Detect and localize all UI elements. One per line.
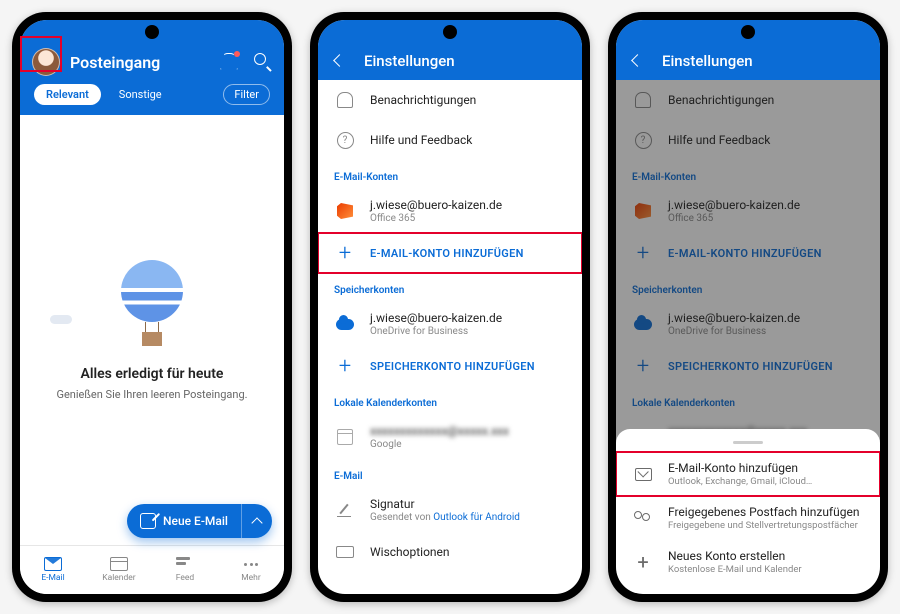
- inbox-title: Posteingang: [70, 53, 210, 72]
- tab-relevant[interactable]: Relevant: [34, 84, 101, 105]
- tab-email-label: E-Mail: [41, 573, 64, 583]
- calendar-icon: [337, 429, 353, 445]
- sheet-create-new[interactable]: + Neues Konto erstellen Kostenlose E-Mai…: [616, 540, 880, 584]
- back-icon[interactable]: [332, 52, 350, 70]
- camera-notch: [741, 25, 755, 39]
- section-storage-accounts: Speicherkonten: [318, 273, 582, 302]
- settings-title: Einstellungen: [662, 52, 753, 70]
- bell-icon: [337, 92, 353, 108]
- camera-notch: [145, 25, 159, 39]
- section-email: E-Mail: [318, 459, 582, 488]
- section-email-accounts: E-Mail-Konten: [318, 160, 582, 189]
- sheet-add-email[interactable]: E-Mail-Konto hinzufügen Outlook, Exchang…: [616, 452, 880, 496]
- help-icon: ?: [337, 132, 354, 149]
- tab-calendar[interactable]: Kalender: [86, 546, 152, 594]
- inbox-tabs: Relevant Sonstige Filter: [32, 84, 272, 105]
- empty-subtitle: Genießen Sie Ihren leeren Posteingang.: [56, 388, 247, 401]
- sheet-handle[interactable]: [733, 441, 763, 444]
- phone-settings: Einstellungen Benachrichtigungen ? Hilfe…: [310, 12, 590, 602]
- compose-fab[interactable]: Neue E-Mail: [127, 504, 272, 538]
- tab-feed[interactable]: Feed: [152, 546, 218, 594]
- people-icon: [634, 511, 652, 525]
- tab-more-label: Mehr: [241, 573, 261, 583]
- empty-state: Alles erledigt für heute Genießen Sie Ih…: [20, 115, 284, 545]
- settings-title: Einstellungen: [364, 52, 455, 70]
- row-local-google[interactable]: xxxxxxxxxxxxx@xxxxx.xxx Google: [318, 415, 582, 459]
- sheet-add-shared[interactable]: Freigegebenes Postfach hinzufügen Freige…: [616, 496, 880, 540]
- balloon-illustration: [118, 260, 186, 350]
- avatar-button[interactable]: [32, 48, 60, 76]
- row-help[interactable]: ? Hilfe und Feedback: [318, 120, 582, 160]
- mail-icon: [635, 468, 652, 481]
- notifications-icon[interactable]: [220, 53, 238, 71]
- cloud-decoration: [50, 315, 72, 324]
- onedrive-icon: [336, 319, 354, 330]
- tab-sonstige[interactable]: Sonstige: [107, 84, 174, 105]
- row-add-storage-account[interactable]: + SPEICHERKONTO HINZUFÜGEN: [318, 346, 582, 386]
- compose-label: Neue E-Mail: [163, 514, 228, 528]
- calendar-icon: [110, 557, 128, 571]
- inbox-header: Posteingang Relevant Sonstige Filter: [20, 42, 284, 115]
- swipe-icon: [336, 546, 354, 558]
- row-swipe-options[interactable]: Wischoptionen: [318, 532, 582, 572]
- row-storage-onedrive[interactable]: j.wiese@buero-kaizen.de OneDrive for Bus…: [318, 302, 582, 346]
- plus-icon: +: [632, 551, 654, 573]
- phone-inbox: Posteingang Relevant Sonstige Filter All…: [12, 12, 292, 602]
- settings-header: Einstellungen: [318, 42, 582, 80]
- add-account-sheet: E-Mail-Konto hinzufügen Outlook, Exchang…: [616, 429, 880, 594]
- row-signature[interactable]: Signatur Gesendet von Outlook für Androi…: [318, 488, 582, 532]
- tab-feed-label: Feed: [176, 573, 194, 583]
- signature-icon: [337, 503, 353, 517]
- plus-icon: +: [334, 355, 356, 377]
- compose-icon: [140, 513, 156, 529]
- tab-email[interactable]: E-Mail: [20, 546, 86, 594]
- mail-icon: [44, 557, 62, 571]
- filter-button[interactable]: Filter: [223, 84, 270, 105]
- signature-value: Gesendet von Outlook für Android: [370, 512, 520, 523]
- more-icon: [242, 557, 260, 571]
- office-icon: [337, 203, 353, 219]
- row-notifications[interactable]: Benachrichtigungen: [318, 80, 582, 120]
- row-add-email-account[interactable]: + E-MAIL-KONTO HINZUFÜGEN: [318, 233, 582, 273]
- tab-calendar-label: Kalender: [102, 573, 135, 583]
- settings-header: Einstellungen: [616, 42, 880, 80]
- back-icon[interactable]: [630, 52, 648, 70]
- blurred-email: xxxxxxxxxxxxx@xxxxx.xxx: [370, 424, 509, 438]
- camera-notch: [443, 25, 457, 39]
- feed-icon: [176, 557, 194, 571]
- phone-settings-sheet: Einstellungen Benachrichtigungen ? Hilfe…: [608, 12, 888, 602]
- plus-icon: +: [334, 242, 356, 264]
- section-local-calendars: Lokale Kalenderkonten: [318, 386, 582, 415]
- bottom-tabbar: E-Mail Kalender Feed Mehr: [20, 545, 284, 594]
- search-icon[interactable]: [254, 53, 272, 71]
- row-account-office365[interactable]: j.wiese@buero-kaizen.de Office 365: [318, 189, 582, 233]
- empty-title: Alles erledigt für heute: [81, 366, 224, 382]
- compose-button[interactable]: Neue E-Mail: [127, 504, 241, 538]
- tab-more[interactable]: Mehr: [218, 546, 284, 594]
